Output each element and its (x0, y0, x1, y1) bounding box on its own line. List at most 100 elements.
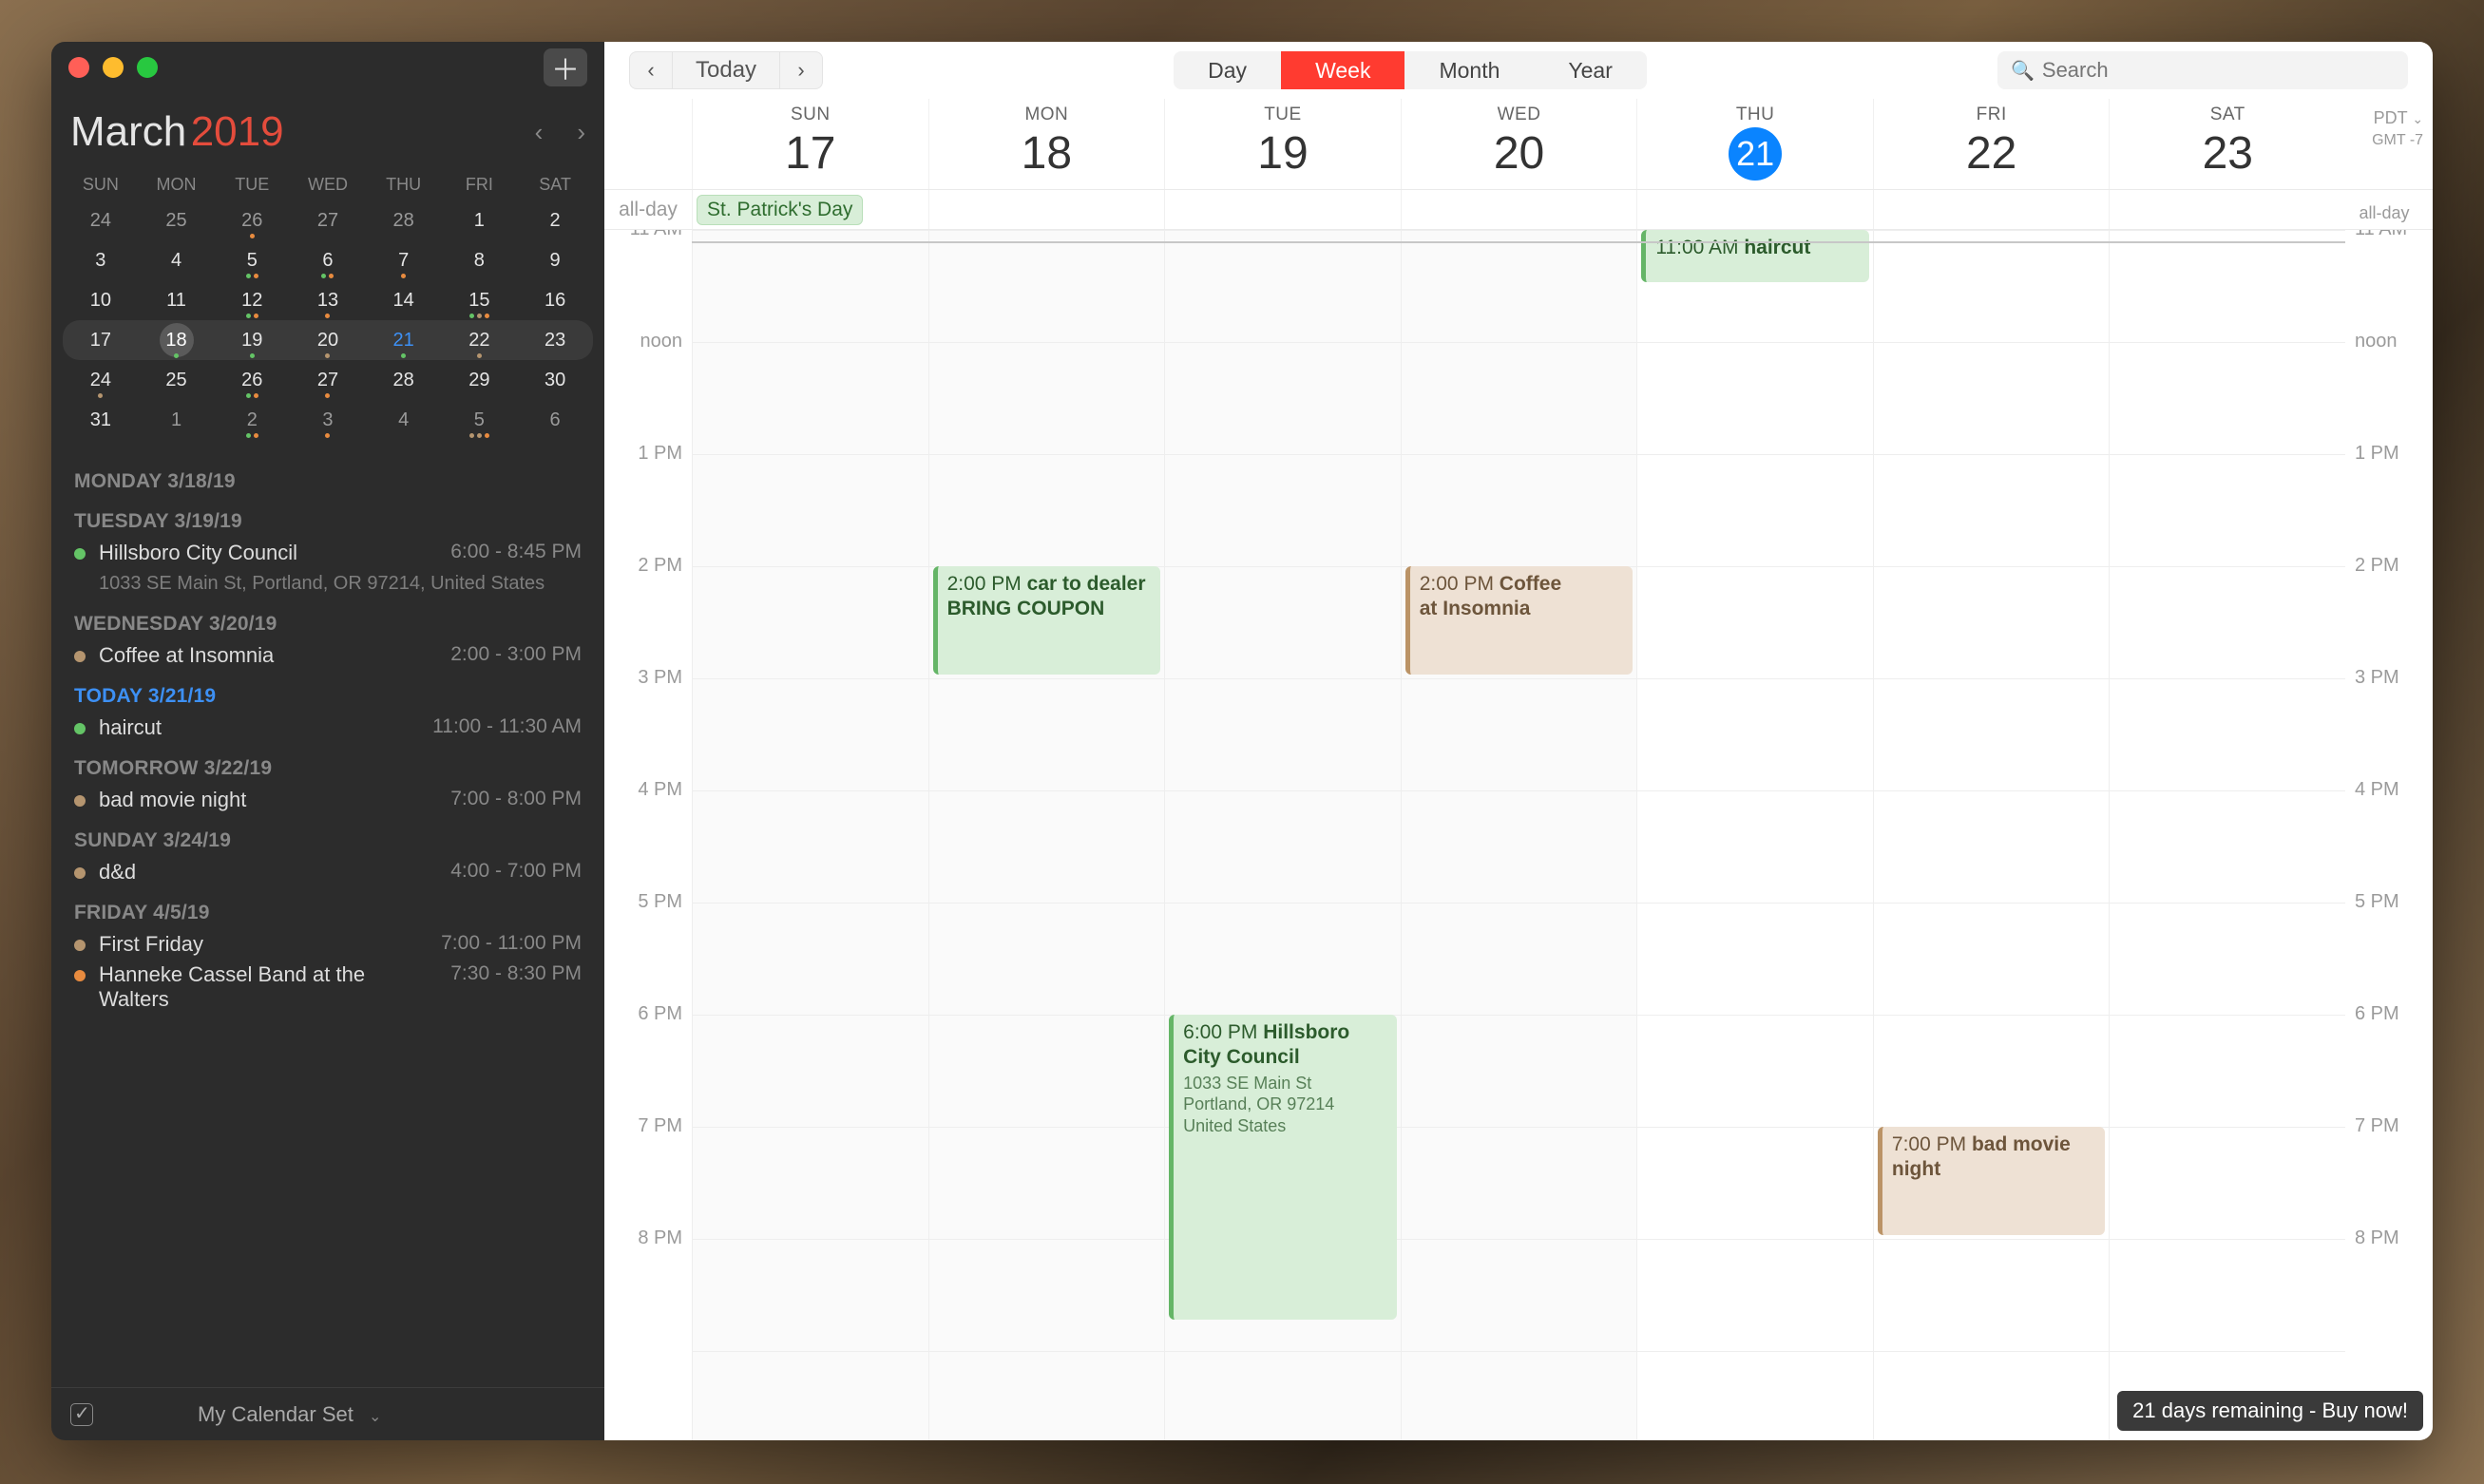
mini-calendar[interactable]: SUNMONTUEWEDTHUFRISAT2425262728123456789… (51, 165, 604, 449)
mini-day[interactable]: 28 (366, 200, 442, 240)
agenda-item[interactable]: Coffee at Insomnia2:00 - 3:00 PM (74, 643, 582, 668)
mini-day[interactable]: 24 (63, 360, 139, 400)
agenda-item[interactable]: d&d4:00 - 7:00 PM (74, 860, 582, 885)
mini-day[interactable]: 29 (442, 360, 518, 400)
view-year[interactable]: Year (1534, 51, 1646, 89)
mini-day[interactable]: 1 (139, 400, 215, 440)
allday-cell[interactable] (1873, 190, 2110, 229)
mini-day[interactable]: 27 (290, 360, 366, 400)
close-button[interactable] (68, 57, 89, 78)
mini-day[interactable]: 14 (366, 280, 442, 320)
calendar-set-dropdown[interactable]: My Calendar Set ⌄ (198, 1402, 381, 1427)
agenda-item[interactable]: Hanneke Cassel Band at the Walters7:30 -… (74, 962, 582, 1012)
day-column[interactable]: 2:00 PM Coffeeat Insomnia (1401, 230, 1637, 1440)
day-column[interactable] (2109, 230, 2345, 1440)
day-header[interactable]: TUE19 (1164, 99, 1401, 189)
allday-cell[interactable] (1401, 190, 1637, 229)
timezone-label[interactable]: PDT ⌄GMT -7 (2345, 99, 2433, 189)
mini-day[interactable]: 2 (214, 400, 290, 440)
calendar-event[interactable]: 11:00 AM haircut (1641, 230, 1869, 282)
mini-day[interactable]: 7 (366, 240, 442, 280)
day-header[interactable]: SAT23 (2109, 99, 2345, 189)
allday-cell[interactable]: St. Patrick's Day (692, 190, 928, 229)
mini-day[interactable]: 6 (290, 240, 366, 280)
day-header[interactable]: FRI22 (1873, 99, 2110, 189)
mini-day[interactable]: 9 (517, 240, 593, 280)
reminders-toggle[interactable] (70, 1403, 93, 1426)
day-column[interactable] (692, 230, 928, 1440)
mini-day[interactable]: 10 (63, 280, 139, 320)
mini-day[interactable]: 21 (366, 320, 442, 360)
mini-day[interactable]: 16 (517, 280, 593, 320)
minimize-button[interactable] (103, 57, 124, 78)
view-week[interactable]: Week (1281, 51, 1404, 89)
allday-cell[interactable] (1164, 190, 1401, 229)
agenda-item[interactable]: haircut11:00 - 11:30 AM (74, 715, 582, 740)
mini-day[interactable]: 5 (442, 400, 518, 440)
mini-day[interactable]: 18 (139, 320, 215, 360)
day-header[interactable]: SUN17 (692, 99, 928, 189)
mini-day[interactable]: 2 (517, 200, 593, 240)
month-next-button[interactable]: › (577, 118, 585, 147)
month-prev-button[interactable]: ‹ (535, 118, 544, 147)
mini-day[interactable]: 3 (290, 400, 366, 440)
week-grid[interactable]: 11 AMnoon1 PM2 PM3 PM4 PM5 PM6 PM7 PM8 P… (604, 230, 2433, 1440)
mini-day[interactable]: 27 (290, 200, 366, 240)
prev-week-button[interactable]: ‹ (629, 51, 673, 89)
search-field[interactable]: 🔍 (1997, 51, 2408, 89)
calendar-event[interactable]: 7:00 PM bad movie night (1878, 1127, 2106, 1235)
calendar-event[interactable]: 2:00 PM Coffeeat Insomnia (1405, 566, 1634, 675)
add-event-button[interactable]: ＋ (544, 48, 587, 86)
mini-day[interactable]: 3 (63, 240, 139, 280)
mini-day[interactable]: 26 (214, 360, 290, 400)
day-header[interactable]: MON18 (928, 99, 1165, 189)
mini-day[interactable]: 15 (442, 280, 518, 320)
mini-day[interactable]: 23 (517, 320, 593, 360)
agenda-item[interactable]: First Friday7:00 - 11:00 PM (74, 932, 582, 957)
day-number: 21 (1729, 127, 1782, 181)
allday-event[interactable]: St. Patrick's Day (697, 195, 863, 225)
day-of-week: WED (1402, 105, 1637, 125)
mini-day[interactable]: 4 (139, 240, 215, 280)
day-column[interactable]: 2:00 PM car to dealerBRING COUPON (928, 230, 1165, 1440)
allday-cell[interactable] (1636, 190, 1873, 229)
mini-day[interactable]: 28 (366, 360, 442, 400)
mini-day[interactable]: 31 (63, 400, 139, 440)
today-button[interactable]: Today (673, 51, 779, 89)
mini-day[interactable]: 20 (290, 320, 366, 360)
calendar-event[interactable]: 6:00 PM Hillsboro City Council1033 SE Ma… (1169, 1015, 1397, 1320)
view-day[interactable]: Day (1174, 51, 1281, 89)
mini-day[interactable]: 30 (517, 360, 593, 400)
mini-day[interactable]: 26 (214, 200, 290, 240)
mini-day[interactable]: 6 (517, 400, 593, 440)
mini-day[interactable]: 12 (214, 280, 290, 320)
view-month[interactable]: Month (1404, 51, 1534, 89)
mini-day[interactable]: 13 (290, 280, 366, 320)
agenda-item[interactable]: bad movie night7:00 - 8:00 PM (74, 788, 582, 812)
day-column[interactable]: 6:00 PM Hillsboro City Council1033 SE Ma… (1164, 230, 1401, 1440)
zoom-button[interactable] (137, 57, 158, 78)
day-header[interactable]: THU21 (1636, 99, 1873, 189)
agenda-item[interactable]: Hillsboro City Council6:00 - 8:45 PM (74, 541, 582, 565)
agenda-list[interactable]: MONDAY 3/18/19TUESDAY 3/19/19Hillsboro C… (51, 449, 604, 1387)
allday-cell[interactable] (2109, 190, 2345, 229)
mini-day[interactable]: 17 (63, 320, 139, 360)
mini-day[interactable]: 1 (442, 200, 518, 240)
mini-day[interactable]: 5 (214, 240, 290, 280)
mini-day[interactable]: 19 (214, 320, 290, 360)
day-header[interactable]: WED20 (1401, 99, 1637, 189)
mini-day[interactable]: 24 (63, 200, 139, 240)
mini-day[interactable]: 22 (442, 320, 518, 360)
day-column[interactable]: 11:00 AM haircut (1636, 230, 1873, 1440)
mini-day[interactable]: 11 (139, 280, 215, 320)
search-input[interactable] (2042, 58, 2395, 83)
mini-day[interactable]: 25 (139, 200, 215, 240)
allday-cell[interactable] (928, 190, 1165, 229)
mini-day[interactable]: 25 (139, 360, 215, 400)
mini-day[interactable]: 8 (442, 240, 518, 280)
mini-day[interactable]: 4 (366, 400, 442, 440)
trial-banner[interactable]: 21 days remaining - Buy now! (2117, 1391, 2423, 1431)
next-week-button[interactable]: › (779, 51, 823, 89)
day-column[interactable]: 7:00 PM bad movie night (1873, 230, 2110, 1440)
calendar-event[interactable]: 2:00 PM car to dealerBRING COUPON (933, 566, 1161, 675)
